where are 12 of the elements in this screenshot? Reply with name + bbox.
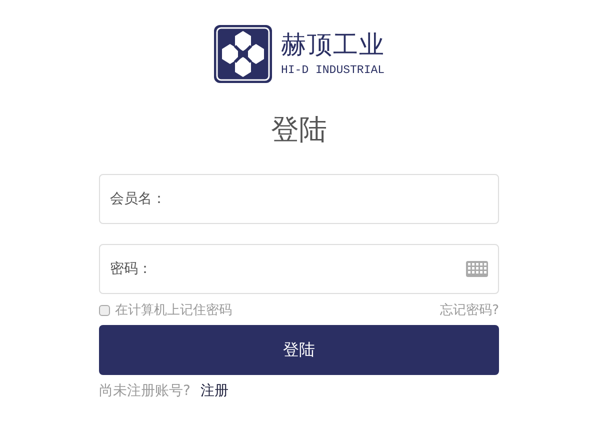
keyboard-icon[interactable] [466, 261, 488, 277]
login-button[interactable]: 登陆 [99, 325, 499, 375]
brand-name: 赫顶工业 [281, 30, 385, 60]
password-field[interactable]: 密码： [99, 244, 499, 294]
page-title: 登陆 [271, 112, 327, 148]
remember-checkbox[interactable] [99, 304, 110, 316]
register-link[interactable]: 注册 [200, 382, 228, 400]
remember-label: 在计算机上记住密码 [115, 302, 232, 319]
brand-subtitle: HI-D INDUSTRIAL [281, 64, 385, 78]
username-field[interactable]: 会员名： [99, 174, 499, 224]
logo-icon [213, 24, 273, 84]
register-prompt: 尚未注册账号? [99, 382, 190, 400]
